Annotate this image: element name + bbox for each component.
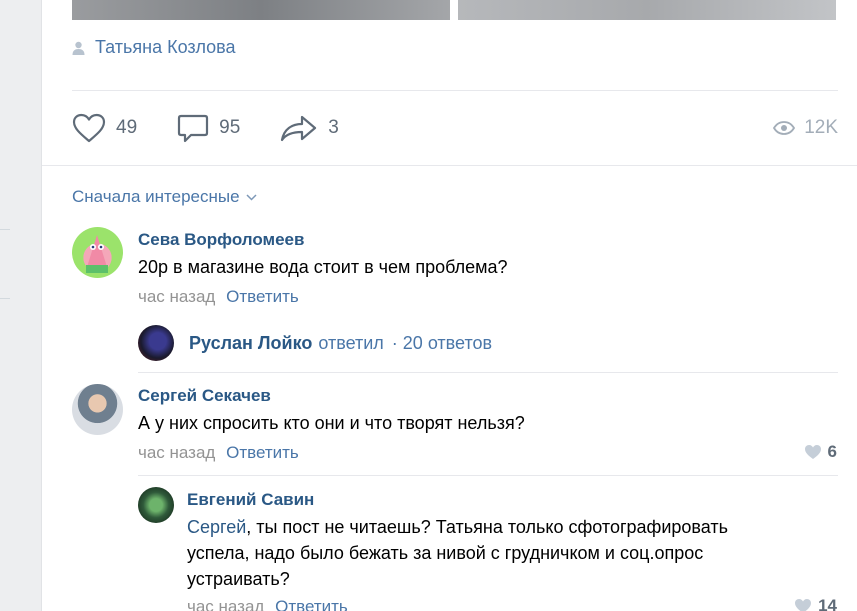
comment-count: 95 <box>219 117 241 138</box>
comment-meta: час назад Ответить <box>187 597 348 611</box>
comments-sort-dropdown[interactable]: Сначала интересные <box>72 187 257 207</box>
comment-text: устраивать? <box>187 569 290 589</box>
comment-meta: час назад Ответить <box>138 287 299 307</box>
reply-button[interactable]: Ответить <box>226 443 299 462</box>
comment-text: успела, надо было бежать за нивой с груд… <box>187 543 704 563</box>
avatar[interactable] <box>72 227 123 278</box>
comment-time[interactable]: час назад <box>187 597 264 611</box>
post-photo[interactable] <box>72 0 450 20</box>
divider <box>138 372 838 373</box>
comment-author[interactable]: Сергей Секачев <box>138 386 271 406</box>
share-count: 3 <box>328 117 339 138</box>
post-author[interactable]: Татьяна Козлова <box>72 37 236 58</box>
comment-icon <box>178 114 209 143</box>
comment-button[interactable]: 95 <box>177 113 240 143</box>
comment-like-button[interactable]: 6 <box>804 442 837 462</box>
heart-icon <box>804 445 821 459</box>
views-count: 12K <box>804 117 838 138</box>
heart-icon <box>795 599 812 611</box>
replies-thread-link[interactable]: Руслан Лойко ответил · 20 ответов <box>189 333 492 354</box>
heart-icon <box>72 113 106 143</box>
comment-text: , ты пост не читаешь? Татьяна только сфо… <box>246 517 729 537</box>
left-rail <box>0 0 41 611</box>
rail-divider <box>0 298 10 299</box>
avatar[interactable] <box>72 384 123 435</box>
comment-time[interactable]: час назад <box>138 443 215 462</box>
post-card: Татьяна Козлова 49 95 3 12K Сначала инте… <box>41 0 857 611</box>
reply-button[interactable]: Ответить <box>275 597 348 611</box>
comment-like-count: 6 <box>827 442 837 461</box>
share-button[interactable]: 3 <box>280 114 339 142</box>
avatar[interactable] <box>138 325 174 361</box>
sort-label[interactable]: Сначала интересные <box>72 187 240 207</box>
comment-text: А у них спросить кто они и что творят не… <box>138 413 525 433</box>
post-actions: 49 95 3 12K <box>72 108 838 148</box>
divider <box>72 90 838 91</box>
avatar-image <box>86 235 108 273</box>
thread-verb: ответил <box>318 333 384 353</box>
thread-author[interactable]: Руслан Лойко <box>189 333 312 354</box>
rail-divider <box>0 229 10 230</box>
comment-like-count: 14 <box>818 596 837 611</box>
comment-like-button[interactable]: 14 <box>794 596 837 611</box>
comment-author[interactable]: Сева Ворфоломеев <box>138 230 304 250</box>
like-button[interactable]: 49 <box>72 113 137 143</box>
divider <box>138 475 838 476</box>
reply-button[interactable]: Ответить <box>226 287 299 306</box>
eye-icon <box>773 121 796 135</box>
user-icon <box>72 41 85 55</box>
post-photo[interactable] <box>458 0 836 20</box>
share-icon <box>281 115 317 142</box>
chevron-down-icon <box>246 193 257 201</box>
comment-author[interactable]: Евгений Савин <box>187 490 314 510</box>
avatar[interactable] <box>138 487 174 523</box>
like-count: 49 <box>116 117 138 138</box>
divider <box>42 165 857 166</box>
thread-reply-count[interactable]: · 20 ответов <box>392 333 492 354</box>
comment-meta: час назад Ответить <box>138 443 299 463</box>
comment-text-line: Сергей, ты пост не читаешь? Татьяна толь… <box>187 514 728 540</box>
mention-link[interactable]: Сергей <box>187 517 246 537</box>
comment-text: 20р в магазине вода стоит в чем проблема… <box>138 257 508 277</box>
views-counter: 12K <box>773 117 838 139</box>
comment-time[interactable]: час назад <box>138 287 215 306</box>
post-author-name[interactable]: Татьяна Козлова <box>95 37 236 58</box>
